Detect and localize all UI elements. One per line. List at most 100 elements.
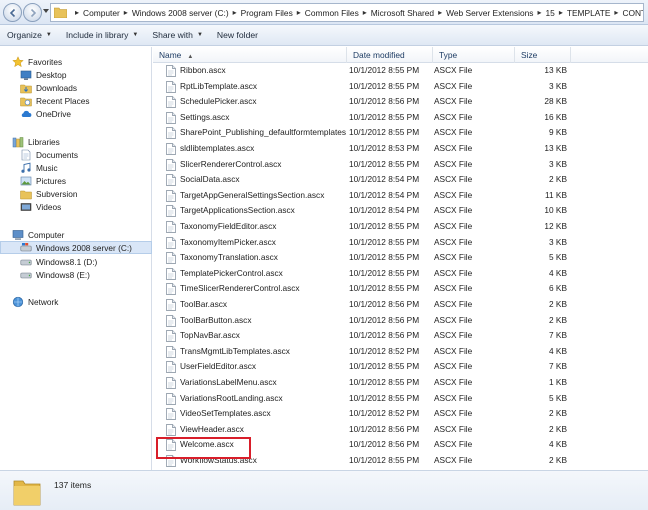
file-name[interactable]: UserFieldEditor.ascx <box>180 359 346 375</box>
nav-desktop[interactable]: Desktop <box>20 68 150 81</box>
breadcrumb-controltemplates[interactable]: CONTROLTEMPLATES <box>622 8 643 18</box>
file-name[interactable]: TargetApplicationsSection.ascx <box>180 203 346 219</box>
file-name[interactable]: TaxonomyFieldEditor.ascx <box>180 219 346 235</box>
file-row[interactable]: TargetAppGeneralSettingsSection.ascx 10/1… <box>153 188 648 204</box>
nav-favorites[interactable]: Favorites <box>12 55 150 68</box>
file-name[interactable]: TaxonomyTranslation.ascx <box>180 250 346 266</box>
breadcrumb-separator-icon[interactable]: ▸ <box>75 8 79 17</box>
file-name[interactable]: RptLibTemplate.ascx <box>180 79 346 95</box>
file-row[interactable]: UserFieldEditor.ascx 10/1/2012 8:55 PM ASC… <box>153 359 648 375</box>
file-row[interactable]: VariationsLabelMenu.ascx 10/1/2012 8:55 P… <box>153 375 648 391</box>
forward-button[interactable] <box>23 3 42 22</box>
file-row[interactable]: TargetApplicationsSection.ascx 10/1/2012 … <box>153 203 648 219</box>
file-name[interactable]: VariationsLabelMenu.ascx <box>180 375 346 391</box>
breadcrumb-separator-icon[interactable]: ▸ <box>614 8 618 17</box>
file-row[interactable]: ToolBar.ascx 10/1/2012 8:56 PM ASCX File 2 … <box>153 297 648 313</box>
breadcrumb-separator-icon[interactable]: ▸ <box>559 8 563 17</box>
nav-subversion[interactable]: Subversion <box>20 187 150 200</box>
file-row[interactable]: VariationsRootLanding.ascx 10/1/2012 8:55… <box>153 391 648 407</box>
nav-drive-c[interactable]: Windows 2008 server (C:) <box>0 241 152 254</box>
file-row[interactable]: SlicerRendererControl.ascx 10/1/2012 8:55… <box>153 157 648 173</box>
nav-computer[interactable]: Computer <box>12 228 150 241</box>
share-with-button[interactable]: Share with ▼ <box>145 25 210 46</box>
nav-music[interactable]: Music <box>20 161 150 174</box>
breadcrumb-separator-icon[interactable]: ▸ <box>438 8 442 17</box>
chevron-down-icon: ▼ <box>45 32 52 38</box>
file-row[interactable]: sldlibtemplates.ascx 10/1/2012 8:53 PM ASC… <box>153 141 648 157</box>
nav-recent-places[interactable]: Recent Places <box>20 94 150 107</box>
file-name[interactable]: SchedulePicker.ascx <box>180 94 346 110</box>
breadcrumb-drive-c[interactable]: Windows 2008 server (C:) <box>132 8 229 18</box>
nav-documents-label: Documents <box>36 149 78 160</box>
breadcrumb-web-server-extensions[interactable]: Web Server Extensions <box>446 8 533 18</box>
nav-videos[interactable]: Videos <box>20 200 150 213</box>
file-name[interactable]: SlicerRendererControl.ascx <box>180 157 346 173</box>
file-row[interactable]: ToolBarButton.ascx 10/1/2012 8:56 PM ASCX … <box>153 313 648 329</box>
nav-onedrive[interactable]: OneDrive <box>20 107 150 120</box>
file-row[interactable]: TimeSlicerRendererControl.ascx 10/1/2012 … <box>153 281 648 297</box>
nav-drive-e[interactable]: Windows8 (E:) <box>20 268 150 281</box>
address-box[interactable]: ▸ Computer ▸ Windows 2008 server (C:) ▸ … <box>50 3 644 22</box>
file-name[interactable]: TopNavBar.ascx <box>180 328 346 344</box>
file-row[interactable]: Ribbon.ascx 10/1/2012 8:55 PM ASCX File 13 … <box>153 63 648 79</box>
column-header-size[interactable]: Size <box>515 47 571 63</box>
file-row[interactable]: SocialData.ascx 10/1/2012 8:54 PM ASCX Fil… <box>153 172 648 188</box>
file-row[interactable]: TemplatePickerControl.ascx 10/1/2012 8:55… <box>153 266 648 282</box>
column-header-type[interactable]: Type <box>433 47 515 63</box>
file-row[interactable]: ViewHeader.ascx 10/1/2012 8:56 PM ASCX Fil… <box>153 422 648 438</box>
breadcrumb-15[interactable]: 15 <box>545 8 554 18</box>
file-name[interactable]: ViewHeader.ascx <box>180 422 346 438</box>
include-in-library-button[interactable]: Include in library ▼ <box>59 25 146 46</box>
breadcrumb-separator-icon[interactable]: ▸ <box>363 8 367 17</box>
file-name[interactable]: ToolBar.ascx <box>180 297 346 313</box>
breadcrumb-separator-icon[interactable]: ▸ <box>124 8 128 17</box>
breadcrumb-separator-icon[interactable]: ▸ <box>233 8 237 17</box>
column-header-date[interactable]: Date modified <box>347 47 433 63</box>
organize-button[interactable]: Organize ▼ <box>0 25 59 46</box>
file-name[interactable]: Ribbon.ascx <box>180 63 346 79</box>
back-button[interactable] <box>3 3 22 22</box>
nav-drive-d[interactable]: Windows8.1 (D:) <box>20 255 150 268</box>
file-row[interactable]: TopNavBar.ascx 10/1/2012 8:56 PM ASCX File… <box>153 328 648 344</box>
file-icon <box>166 314 176 327</box>
file-name[interactable]: sldlibtemplates.ascx <box>180 141 346 157</box>
file-row[interactable]: TransMgmtLibTemplates.ascx 10/1/2012 8:52… <box>153 344 648 360</box>
file-type: ASCX File <box>434 158 473 169</box>
file-name[interactable]: SocialData.ascx <box>180 172 346 188</box>
file-name[interactable]: TemplatePickerControl.ascx <box>180 266 346 282</box>
nav-pictures[interactable]: Pictures <box>20 174 150 187</box>
recent-pages-dropdown-icon[interactable] <box>43 9 49 14</box>
file-name[interactable]: TargetAppGeneralSettingsSection.ascx <box>180 188 346 204</box>
file-row[interactable]: TaxonomyItemPicker.ascx 10/1/2012 8:55 PM… <box>153 235 648 251</box>
new-folder-button[interactable]: New folder <box>210 25 265 46</box>
file-name[interactable]: Settings.ascx <box>180 110 346 126</box>
file-icon <box>166 330 176 343</box>
file-name[interactable]: TaxonomyItemPicker.ascx <box>180 235 346 251</box>
nav-documents[interactable]: Documents <box>20 148 150 161</box>
file-row[interactable]: RptLibTemplate.ascx 10/1/2012 8:55 PM ASCX… <box>153 79 648 95</box>
file-name[interactable]: VideoSetTemplates.ascx <box>180 406 346 422</box>
nav-network[interactable]: Network <box>12 295 150 308</box>
file-name[interactable]: ToolBarButton.ascx <box>180 313 346 329</box>
file-row[interactable]: TaxonomyFieldEditor.ascx 10/1/2012 8:55 P… <box>153 219 648 235</box>
file-date-modified: 10/1/2012 8:54 PM <box>349 174 420 185</box>
file-row[interactable]: VideoSetTemplates.ascx 10/1/2012 8:52 PM A… <box>153 406 648 422</box>
nav-downloads[interactable]: Downloads <box>20 81 150 94</box>
file-name[interactable]: TimeSlicerRendererControl.ascx <box>180 281 346 297</box>
file-name[interactable]: SharePoint_Publishing_defaultformtemplat… <box>180 125 346 141</box>
breadcrumb-microsoft-shared[interactable]: Microsoft Shared <box>371 8 434 18</box>
file-row[interactable]: SchedulePicker.ascx 10/1/2012 8:56 PM ASCX… <box>153 94 648 110</box>
breadcrumb-separator-icon[interactable]: ▸ <box>537 8 541 17</box>
breadcrumb-computer[interactable]: Computer <box>83 8 120 18</box>
breadcrumb-common-files[interactable]: Common Files <box>305 8 359 18</box>
breadcrumb-template[interactable]: TEMPLATE <box>567 8 611 18</box>
breadcrumb-separator-icon[interactable]: ▸ <box>297 8 301 17</box>
nav-libraries[interactable]: Libraries <box>12 135 150 148</box>
file-name[interactable]: VariationsRootLanding.ascx <box>180 391 346 407</box>
column-header-name[interactable]: Name ▲ <box>153 47 347 63</box>
file-row[interactable]: SharePoint_Publishing_defaultformtemplat… <box>153 125 648 141</box>
file-name[interactable]: TransMgmtLibTemplates.ascx <box>180 344 346 360</box>
breadcrumb-program-files[interactable]: Program Files <box>241 8 293 18</box>
file-row[interactable]: TaxonomyTranslation.ascx 10/1/2012 8:55 P… <box>153 250 648 266</box>
file-row[interactable]: Settings.ascx 10/1/2012 8:55 PM ASCX File 1… <box>153 110 648 126</box>
